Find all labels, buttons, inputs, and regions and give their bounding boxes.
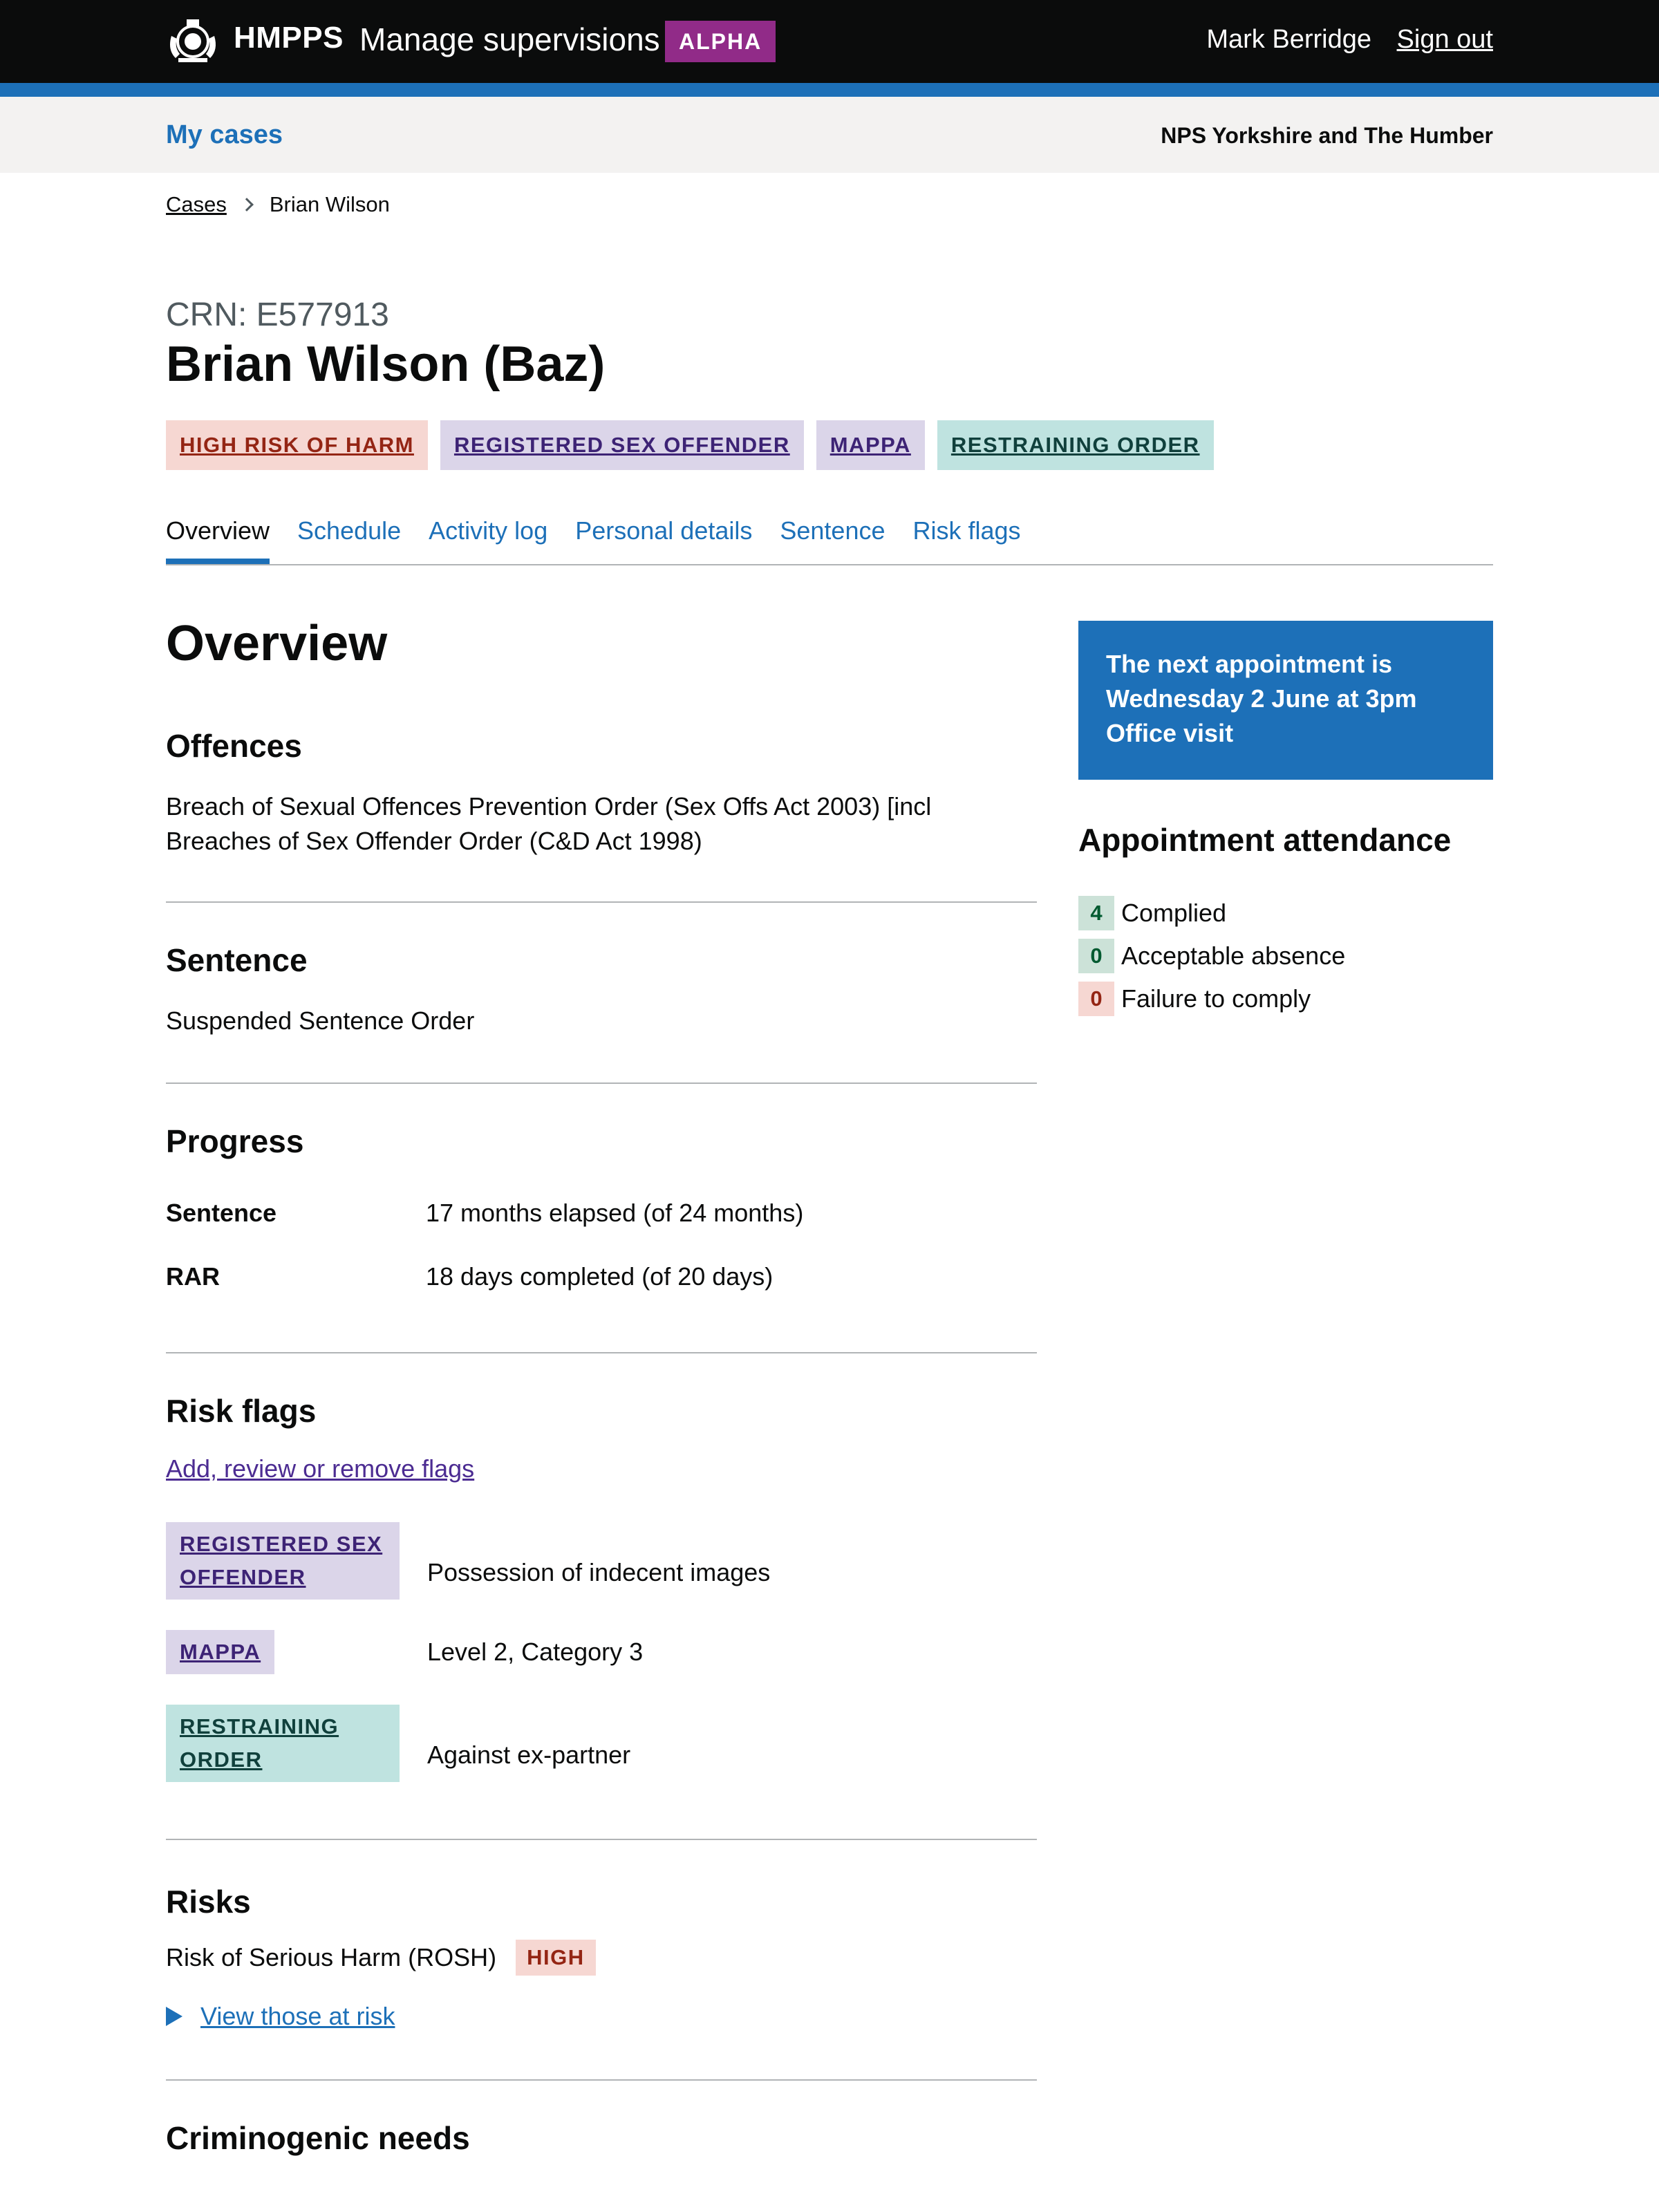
risk-flag-description: Level 2, Category 3	[427, 1638, 644, 1666]
user-name: Mark Berridge	[1206, 25, 1371, 54]
attendance-count: 4	[1078, 896, 1114, 930]
attendance-heading: Appointment attendance	[1078, 822, 1452, 858]
next-appointment-panel: The next appointment is Wednesday 2 June…	[1078, 621, 1493, 780]
attendance-count: 0	[1078, 982, 1114, 1016]
breadcrumb-cases-link[interactable]: Cases	[166, 192, 227, 217]
flag-mappa[interactable]: MAPPA	[816, 420, 925, 470]
header-stripe	[0, 83, 1659, 97]
tab-overview[interactable]: Overview	[166, 514, 270, 564]
attendance-item: 0 Acceptable absence	[1078, 935, 1345, 977]
disclosure-triangle-icon	[166, 2007, 182, 2026]
attendance-list: 4 Complied 0 Acceptable absence 0 Failur…	[1078, 892, 1345, 1020]
progress-row-sentence: Sentence 17 months elapsed (of 24 months…	[166, 1199, 1037, 1228]
rosh-label: Risk of Serious Harm (ROSH)	[166, 1943, 497, 1971]
tab-schedule[interactable]: Schedule	[297, 514, 401, 564]
next-appointment-type: Office visit	[1106, 719, 1234, 747]
attendance-label: Complied	[1121, 899, 1227, 927]
progress-row-rar: RAR 18 days completed (of 20 days)	[166, 1262, 1037, 1291]
attendance-item: 4 Complied	[1078, 892, 1345, 935]
phase-tag: ALPHA	[665, 21, 776, 62]
tab-personal-details[interactable]: Personal details	[575, 514, 752, 564]
sentence-text: Suspended Sentence Order	[166, 1006, 475, 1035]
hmpps-brand[interactable]: HMPPS	[234, 21, 344, 55]
risk-flag-restraining-order[interactable]: RESTRAINING ORDER	[166, 1705, 400, 1782]
flag-restraining-order[interactable]: RESTRAINING ORDER	[937, 420, 1214, 470]
section-divider	[166, 1082, 1037, 1084]
risk-flag-registered-sex-offender[interactable]: REGISTERED SEX OFFENDER	[166, 1522, 400, 1600]
risk-flag-row: RESTRAINING ORDER Against ex-partner	[166, 1705, 1037, 1782]
tab-sentence[interactable]: Sentence	[780, 514, 885, 564]
view-at-risk-link[interactable]: View those at risk	[200, 2002, 395, 2031]
tab-list: Overview Schedule Activity log Personal …	[166, 514, 1493, 565]
service-name[interactable]: Manage supervisions	[359, 21, 660, 58]
next-section-heading: Criminogenic needs	[166, 2120, 470, 2156]
next-appointment-line: The next appointment is	[1106, 650, 1393, 678]
progress-value: 17 months elapsed (of 24 months)	[426, 1199, 804, 1227]
flag-registered-sex-offender[interactable]: REGISTERED SEX OFFENDER	[440, 420, 804, 470]
offences-heading: Offences	[166, 728, 302, 764]
manage-flags-link[interactable]: Add, review or remove flags	[166, 1454, 474, 1483]
royal-crest-icon	[170, 19, 216, 62]
tab-activity-log[interactable]: Activity log	[429, 514, 547, 564]
region-name: NPS Yorkshire and The Humber	[1161, 123, 1493, 148]
attendance-label: Failure to comply	[1121, 984, 1311, 1013]
flag-high-risk-of-harm[interactable]: HIGH RISK OF HARM	[166, 420, 428, 470]
overview-heading: Overview	[166, 616, 388, 671]
next-appointment-date: Wednesday 2 June at 3pm	[1106, 684, 1417, 713]
section-divider	[166, 901, 1037, 903]
section-divider	[166, 1839, 1037, 1840]
risk-flag-row: MAPPA Level 2, Category 3	[166, 1630, 1037, 1674]
site-header: HMPPS Manage supervisions ALPHA Mark Ber…	[0, 0, 1659, 83]
attendance-label: Acceptable absence	[1121, 941, 1346, 970]
flag-tags: HIGH RISK OF HARM REGISTERED SEX OFFENDE…	[166, 420, 1226, 470]
sentence-heading: Sentence	[166, 942, 308, 978]
sub-navigation: My cases NPS Yorkshire and The Humber	[0, 97, 1659, 173]
my-cases-link[interactable]: My cases	[166, 120, 283, 150]
view-at-risk-details[interactable]: View those at risk	[166, 2002, 1037, 2031]
section-divider	[166, 2079, 1037, 2081]
risk-flag-description: Possession of indecent images	[427, 1558, 771, 1586]
progress-key: Sentence	[166, 1199, 277, 1227]
risk-flag-row: REGISTERED SEX OFFENDER Possession of in…	[166, 1522, 1037, 1600]
crn-caption: CRN: E577913	[166, 297, 389, 333]
risk-flag-description: Against ex-partner	[427, 1741, 631, 1769]
rosh-row: Risk of Serious Harm (ROSH) HIGH	[166, 1940, 1037, 1976]
risk-flags-heading: Risk flags	[166, 1393, 317, 1429]
breadcrumb-current: Brian Wilson	[269, 192, 390, 216]
page-title: Brian Wilson (Baz)	[166, 337, 606, 392]
rosh-level-badge: HIGH	[516, 1940, 596, 1976]
sign-out-link[interactable]: Sign out	[1397, 25, 1493, 55]
section-divider	[166, 1352, 1037, 1353]
breadcrumb: Cases Brian Wilson	[166, 192, 390, 217]
tab-risk-flags[interactable]: Risk flags	[913, 514, 1021, 564]
offences-text: Breach of Sexual Offences Prevention Ord…	[166, 792, 932, 855]
overview-panel: Overview Offences Breach of Sexual Offen…	[166, 615, 1037, 2157]
chevron-right-icon	[239, 198, 254, 212]
progress-value: 18 days completed (of 20 days)	[426, 1262, 774, 1291]
progress-key: RAR	[166, 1262, 220, 1291]
attendance-count: 0	[1078, 939, 1114, 973]
attendance-item: 0 Failure to comply	[1078, 977, 1345, 1020]
risk-flag-mappa[interactable]: MAPPA	[166, 1630, 275, 1674]
risks-heading: Risks	[166, 1884, 251, 1920]
progress-heading: Progress	[166, 1123, 304, 1159]
